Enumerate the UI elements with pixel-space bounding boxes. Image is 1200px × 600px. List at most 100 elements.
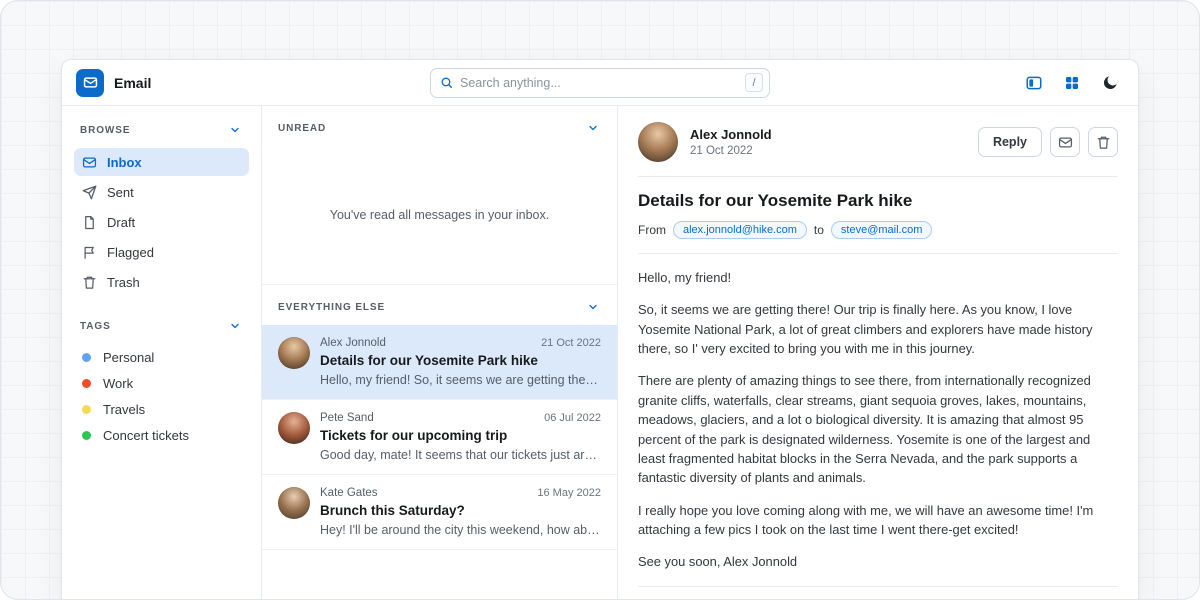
sidebar-item-flagged[interactable]: Flagged xyxy=(74,238,249,266)
sidebar-item-label: Trash xyxy=(107,275,140,290)
message-list-pane: Unread You've read all messages in your … xyxy=(262,106,618,599)
chevron-down-icon xyxy=(229,320,241,332)
inbox-icon xyxy=(82,155,97,170)
from-email-chip[interactable]: alex.jonnold@hike.com xyxy=(673,221,807,239)
draft-icon xyxy=(82,215,97,230)
panel-layout-button[interactable] xyxy=(1020,69,1048,97)
sidebar-item-draft[interactable]: Draft xyxy=(74,208,249,236)
message-preview: Good day, mate! It seems that our ticket… xyxy=(320,448,601,462)
message-title: Tickets for our upcoming trip xyxy=(320,428,601,443)
mail-logo-icon xyxy=(76,69,104,97)
tag-dot xyxy=(82,379,91,388)
tags-section-header: Tags xyxy=(74,316,249,336)
unread-label: Unread xyxy=(278,123,326,134)
tag-item-work[interactable]: Work xyxy=(74,370,249,396)
email-app-window: Email / xyxy=(61,59,1139,599)
list-item-message[interactable]: Kate Gates 16 May 2022 Brunch this Satur… xyxy=(262,475,617,550)
sidebar-item-label: Inbox xyxy=(107,155,142,170)
to-email-chip[interactable]: steve@mail.com xyxy=(831,221,932,239)
sidebar-spacer xyxy=(74,298,249,316)
tags-label: Tags xyxy=(80,321,111,332)
panel-layout-icon xyxy=(1025,74,1043,92)
tag-dot xyxy=(82,353,91,362)
delete-button[interactable] xyxy=(1088,127,1118,157)
browse-collapse-button[interactable] xyxy=(227,122,243,138)
sidebar-item-label: Draft xyxy=(107,215,135,230)
from-to-row: From alex.jonnold@hike.com to steve@mail… xyxy=(638,221,1118,239)
search-box[interactable]: / xyxy=(430,68,770,98)
browse-section-header: Browse xyxy=(74,120,249,140)
unread-section-header: Unread xyxy=(262,106,617,146)
moon-icon xyxy=(1101,74,1119,92)
email-detail-pane: Alex Jonnold 21 Oct 2022 Reply De xyxy=(618,106,1138,599)
desktop-background: Email / xyxy=(0,0,1200,600)
unread-empty-text: You've read all messages in your inbox. xyxy=(330,208,549,222)
tag-label: Concert tickets xyxy=(103,428,189,443)
search-shortcut-badge: / xyxy=(745,73,763,92)
tag-item-travels[interactable]: Travels xyxy=(74,396,249,422)
sender-meta: Alex Jonnold 21 Oct 2022 xyxy=(690,127,772,157)
detail-date: 21 Oct 2022 xyxy=(690,145,772,157)
brand: Email xyxy=(76,69,151,97)
sidebar-item-sent[interactable]: Sent xyxy=(74,178,249,206)
to-label: to xyxy=(814,223,824,237)
message-preview: Hey! I'll be around the city this weeken… xyxy=(320,523,601,537)
avatar xyxy=(278,487,310,519)
tag-label: Personal xyxy=(103,350,154,365)
everything-else-header: Everything else xyxy=(262,285,617,325)
tags-collapse-button[interactable] xyxy=(227,318,243,334)
tag-item-personal[interactable]: Personal xyxy=(74,344,249,370)
app-body: Browse Inbox Sent Draft xyxy=(62,106,1138,599)
detail-sender-name: Alex Jonnold xyxy=(690,127,772,142)
trash-icon xyxy=(82,275,97,290)
chevron-down-icon xyxy=(587,122,599,134)
list-item-message[interactable]: Pete Sand 06 Jul 2022 Tickets for our up… xyxy=(262,400,617,475)
tag-label: Travels xyxy=(103,402,145,417)
chevron-down-icon xyxy=(229,124,241,136)
message-summary: Alex Jonnold 21 Oct 2022 Details for our… xyxy=(320,337,601,387)
sidebar-item-label: Flagged xyxy=(107,245,154,260)
browse-label: Browse xyxy=(80,125,130,136)
from-label: From xyxy=(638,223,666,237)
apps-grid-button[interactable] xyxy=(1058,69,1086,97)
sent-icon xyxy=(82,185,97,200)
everything-else-collapse-button[interactable] xyxy=(585,299,601,315)
message-sender: Alex Jonnold xyxy=(320,337,386,349)
list-item-message[interactable]: Alex Jonnold 21 Oct 2022 Details for our… xyxy=(262,325,617,400)
avatar xyxy=(278,412,310,444)
header-actions xyxy=(1020,69,1124,97)
message-summary: Kate Gates 16 May 2022 Brunch this Satur… xyxy=(320,487,601,537)
forward-mail-button[interactable] xyxy=(1050,127,1080,157)
message-title: Details for our Yosemite Park hike xyxy=(320,353,601,368)
avatar xyxy=(638,122,678,162)
unread-collapse-button[interactable] xyxy=(585,120,601,136)
everything-else-label: Everything else xyxy=(278,302,385,313)
search-icon xyxy=(440,76,453,89)
message-date: 06 Jul 2022 xyxy=(544,412,601,424)
message-title: Brunch this Saturday? xyxy=(320,503,601,518)
unread-empty-state: You've read all messages in your inbox. xyxy=(262,146,617,284)
envelope-icon xyxy=(1058,135,1073,150)
message-date: 16 May 2022 xyxy=(537,487,601,499)
search-input[interactable] xyxy=(460,76,745,90)
message-preview: Hello, my friend! So, it seems we are ge… xyxy=(320,373,601,387)
sidebar-item-trash[interactable]: Trash xyxy=(74,268,249,296)
tag-item-concert-tickets[interactable]: Concert tickets xyxy=(74,422,249,448)
message-sender: Pete Sand xyxy=(320,412,374,424)
message-summary: Pete Sand 06 Jul 2022 Tickets for our up… xyxy=(320,412,601,462)
email-body: Hello, my friend! So, it seems we are ge… xyxy=(638,268,1118,572)
detail-header: Alex Jonnold 21 Oct 2022 Reply xyxy=(638,122,1118,162)
email-paragraph: I really hope you love coming along with… xyxy=(638,501,1118,540)
reply-button[interactable]: Reply xyxy=(978,127,1042,157)
sidebar: Browse Inbox Sent Draft xyxy=(62,106,262,599)
email-subject: Details for our Yosemite Park hike xyxy=(638,191,1118,211)
sidebar-item-label: Sent xyxy=(107,185,134,200)
grid-apps-icon xyxy=(1064,75,1080,91)
divider xyxy=(638,176,1118,177)
email-paragraph: So, it seems we are getting there! Our t… xyxy=(638,300,1118,358)
email-paragraph: Hello, my friend! xyxy=(638,268,1118,287)
app-header: Email / xyxy=(62,60,1138,106)
delete-icon xyxy=(1096,135,1111,150)
dark-mode-toggle[interactable] xyxy=(1096,69,1124,97)
sidebar-item-inbox[interactable]: Inbox xyxy=(74,148,249,176)
